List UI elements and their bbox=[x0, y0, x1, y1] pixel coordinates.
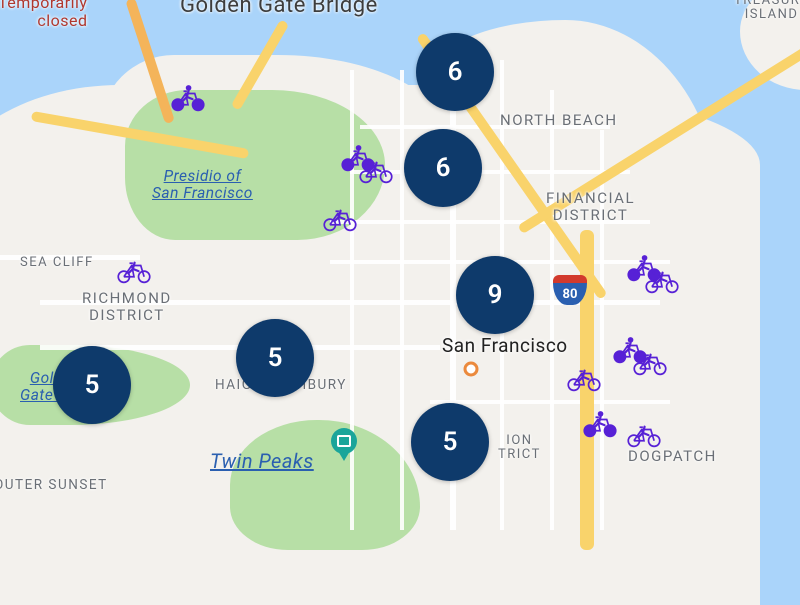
bike-marker[interactable] bbox=[626, 419, 662, 449]
bike-marker[interactable] bbox=[644, 265, 680, 295]
cluster-marker[interactable]: 6 bbox=[404, 129, 482, 207]
map-canvas[interactable]: Temporarily closed Golden Gate Bridge Pr… bbox=[0, 0, 800, 534]
bike-marker[interactable] bbox=[116, 255, 152, 285]
bike-marker[interactable] bbox=[582, 409, 618, 439]
cluster-marker[interactable]: 5 bbox=[236, 319, 314, 397]
cluster-marker[interactable]: 5 bbox=[53, 346, 131, 424]
twin-peaks-pin[interactable] bbox=[331, 428, 357, 462]
cluster-marker[interactable]: 6 bbox=[416, 33, 494, 111]
road bbox=[430, 400, 670, 404]
bike-marker[interactable] bbox=[566, 363, 602, 393]
bike-marker[interactable] bbox=[632, 347, 668, 377]
cluster-marker[interactable]: 5 bbox=[411, 403, 489, 481]
road bbox=[600, 130, 604, 530]
bike-marker[interactable] bbox=[322, 203, 358, 233]
closure-label: Temporarily closed bbox=[0, 0, 87, 31]
cluster-marker[interactable]: 9 bbox=[456, 256, 534, 334]
city-center-dot bbox=[464, 362, 479, 377]
interstate-number: 80 bbox=[553, 275, 587, 305]
bike-marker[interactable] bbox=[358, 155, 394, 185]
bike-marker[interactable] bbox=[170, 83, 206, 113]
interstate-shield: 80 bbox=[553, 275, 587, 305]
road bbox=[330, 220, 650, 224]
bridge-label: Golden Gate Bridge bbox=[180, 0, 378, 18]
road bbox=[550, 90, 554, 530]
